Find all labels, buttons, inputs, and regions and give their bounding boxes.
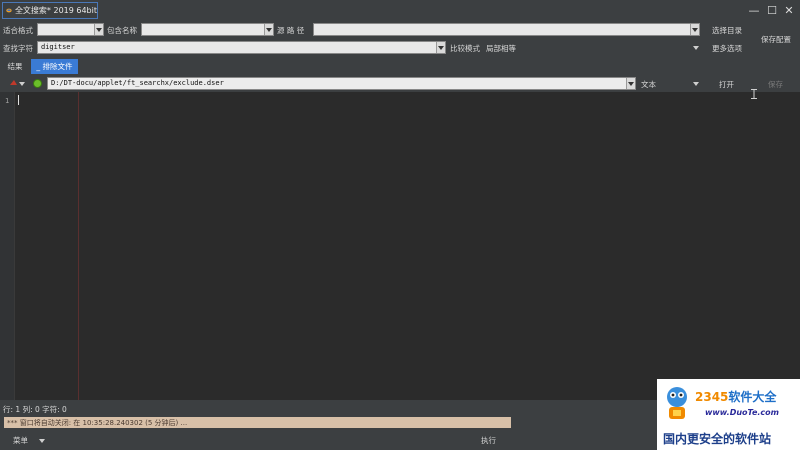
format-label: 适合格式: [3, 26, 33, 35]
more-options-button[interactable]: 更多选项: [712, 43, 742, 54]
include-name-label: 包含名称: [107, 26, 137, 35]
chevron-down-icon[interactable]: [436, 42, 445, 53]
source-path-label: 源 路 径: [277, 26, 305, 35]
text-caret: [18, 95, 19, 105]
include-name-combo[interactable]: [141, 23, 274, 36]
save-config-button[interactable]: 保存配置: [761, 34, 791, 45]
chevron-down-icon[interactable]: [39, 439, 45, 443]
chevron-down-icon[interactable]: [693, 46, 699, 50]
title-bar: 全文搜索* 2019 64bit — ☐ ✕: [0, 0, 800, 21]
line-number-gutter: 1: [0, 92, 15, 400]
refresh-icon[interactable]: [33, 79, 42, 88]
search-string-value[interactable]: digitser: [41, 43, 75, 51]
text-editor[interactable]: 1: [0, 89, 800, 400]
app-logo-icon: [6, 8, 12, 13]
watermark-footer: 国内更安全的软件站: [657, 427, 800, 450]
chevron-down-icon[interactable]: [693, 82, 699, 86]
auto-close-message: *** 窗口将自动关闭: 在 10:35:28.240302 (5 分钟后) .…: [7, 419, 188, 427]
open-button[interactable]: 打开: [719, 79, 734, 90]
chevron-down-icon[interactable]: [264, 24, 273, 35]
maximize-button[interactable]: ☐: [765, 4, 779, 17]
file-path-bar: D:/DT-docu/applet/ft_searchx/exclude.dse…: [0, 75, 800, 92]
compare-mode-select[interactable]: 局部相等: [486, 43, 516, 54]
compare-mode-label: 比较模式: [450, 44, 480, 53]
window-title: 全文搜索* 2019 64bit: [14, 6, 97, 15]
tab-results[interactable]: 结果: [3, 59, 27, 74]
search-string-label: 查找字符: [3, 44, 33, 53]
tab-bar: 结果 _ 排除文件: [0, 59, 800, 75]
tab-exclude-files[interactable]: _ 排除文件: [31, 59, 78, 74]
color-picker-icon[interactable]: [9, 79, 25, 88]
chevron-down-icon[interactable]: [626, 78, 635, 89]
search-options-toolbar: 适合格式 包含名称 源 路 径 选择目录 保存配置 查找字符 digitser …: [0, 21, 800, 59]
window-title-tab[interactable]: 全文搜索* 2019 64bit: [2, 2, 98, 19]
save-button[interactable]: 保存: [768, 79, 783, 90]
menu-button[interactable]: 菜单: [13, 435, 28, 446]
execute-button[interactable]: 执行: [481, 435, 496, 446]
margin-guide-line: [78, 92, 79, 400]
format-combo[interactable]: [37, 23, 104, 36]
text-cursor-icon: [751, 89, 757, 99]
select-dir-button[interactable]: 选择目录: [712, 25, 742, 36]
search-string-combo[interactable]: digitser: [37, 41, 446, 54]
cursor-position-status: 行: 1 列: 0 字符: 0: [3, 405, 67, 414]
watermark-slogan: 国内更安全的软件站: [663, 432, 772, 446]
log-strip: *** 窗口将自动关闭: 在 10:35:28.240302 (5 分钟后) .…: [4, 417, 511, 428]
watermark-brand: 2345软件大全: [695, 390, 777, 404]
minimize-button[interactable]: —: [747, 4, 761, 17]
watermark-header: 2345软件大全 www.DuoTe.com: [657, 379, 800, 427]
mascot-logo-icon: [667, 387, 687, 419]
chevron-down-icon[interactable]: [94, 24, 103, 35]
line-number: 1: [5, 97, 10, 105]
source-path-combo[interactable]: [313, 23, 700, 36]
watermark: 2345软件大全 www.DuoTe.com 国内更安全的软件站: [657, 379, 800, 450]
file-path-value[interactable]: D:/DT-docu/applet/ft_searchx/exclude.dse…: [51, 79, 224, 87]
chevron-down-icon[interactable]: [690, 24, 699, 35]
watermark-url: www.DuoTe.com: [705, 408, 779, 417]
close-button[interactable]: ✕: [782, 4, 796, 17]
file-path-combo[interactable]: D:/DT-docu/applet/ft_searchx/exclude.dse…: [47, 77, 636, 90]
file-mode-select[interactable]: 文本: [641, 79, 656, 90]
